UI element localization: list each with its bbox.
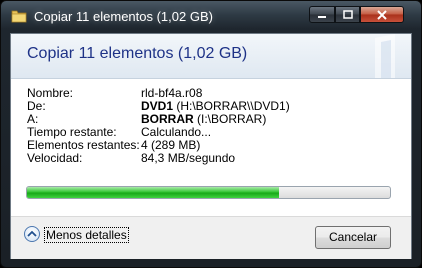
- window-title: Copiar 11 elementos (1,02 GB): [34, 9, 213, 24]
- minimize-icon: [318, 16, 326, 18]
- less-details-label: Menos detalles: [44, 227, 129, 243]
- destination-path: (I:\BORRAR): [193, 112, 267, 126]
- detail-label: Tiempo restante:: [27, 125, 117, 139]
- minimize-button[interactable]: [309, 6, 335, 23]
- time-remaining: Calculando...: [141, 125, 212, 139]
- source-path: (H:\BORRAR\\DVD1): [173, 99, 290, 113]
- dialog-footer: Menos detalles Cancelar: [11, 216, 411, 259]
- detail-label: De:: [27, 99, 46, 113]
- copy-dialog-window: Copiar 11 elementos (1,02 GB) Copiar 11 …: [0, 0, 422, 268]
- transfer-speed: 84,3 MB/segundo: [141, 151, 236, 165]
- chevron-up-icon: [24, 226, 40, 242]
- dialog-body: Copiar 11 elementos (1,02 GB) Nombre: rl…: [10, 33, 412, 259]
- progress-fill: [27, 187, 280, 198]
- destination-name[interactable]: BORRAR: [141, 112, 194, 126]
- close-button[interactable]: [360, 6, 404, 23]
- title-bar[interactable]: Copiar 11 elementos (1,02 GB): [1, 1, 421, 33]
- maximize-icon: [342, 10, 353, 19]
- dialog-header: Copiar 11 elementos (1,02 GB): [11, 34, 411, 79]
- copy-progress-bar: [26, 186, 391, 199]
- detail-value: rld-bf4a.r08: [141, 86, 203, 100]
- dialog-heading: Copiar 11 elementos (1,02 GB): [27, 45, 248, 62]
- maximize-button[interactable]: [335, 6, 360, 23]
- source-name[interactable]: DVD1: [141, 99, 173, 113]
- decorative-glass-icon: [375, 34, 395, 78]
- folder-icon: [11, 10, 27, 23]
- close-icon: [377, 10, 387, 20]
- detail-label: A:: [27, 112, 39, 126]
- detail-label: Elementos restantes:: [27, 138, 140, 152]
- cancel-button[interactable]: Cancelar: [315, 226, 391, 249]
- items-remaining: 4 (289 MB): [141, 138, 201, 152]
- detail-label: Velocidad:: [27, 151, 83, 165]
- detail-label: Nombre:: [27, 86, 74, 100]
